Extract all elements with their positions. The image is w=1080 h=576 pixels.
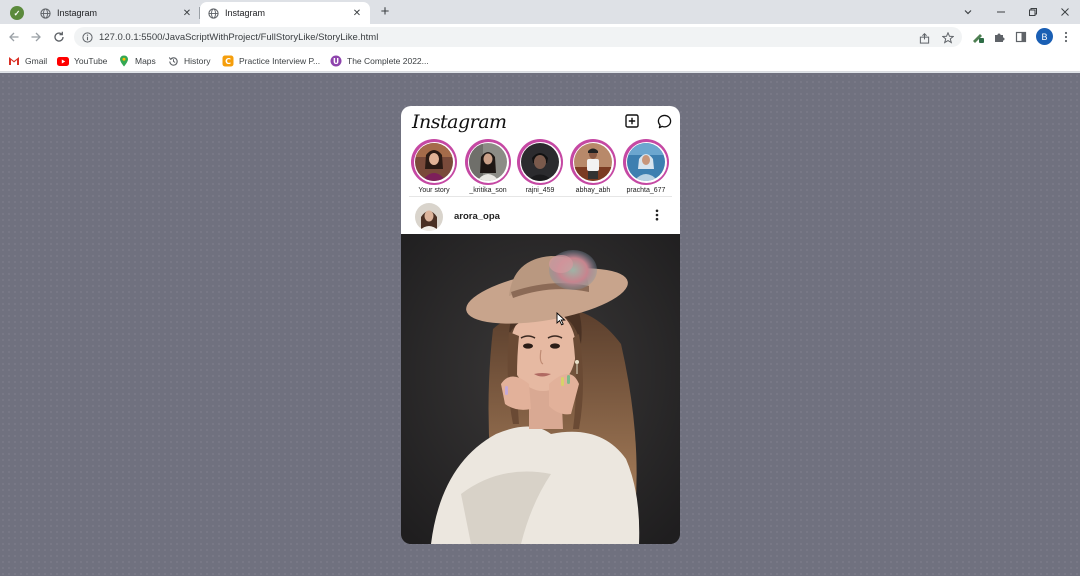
share-icon[interactable] xyxy=(916,30,932,46)
story-item[interactable]: rajni_459 xyxy=(512,139,568,194)
pinned-tab[interactable]: ✓ xyxy=(6,3,28,23)
story-username: rajni_459 xyxy=(525,187,555,194)
story-username: prachta_677 xyxy=(626,187,666,194)
bookmark-star-icon[interactable] xyxy=(940,30,956,46)
stories-divider xyxy=(409,196,672,197)
story-avatar xyxy=(469,143,507,181)
back-arrow-icon[interactable] xyxy=(5,28,23,46)
bookmark-complete-2022[interactable]: U The Complete 2022... xyxy=(330,54,429,68)
tab-instagram-active[interactable]: Instagram ✕ xyxy=(200,2,370,24)
story-avatar xyxy=(521,143,559,181)
extensions-puzzle-icon[interactable] xyxy=(991,29,1007,45)
close-tab-icon[interactable]: ✕ xyxy=(350,6,364,20)
bookmark-label: The Complete 2022... xyxy=(347,56,429,66)
bookmark-label: History xyxy=(184,56,211,66)
story-item[interactable]: abhay_abh xyxy=(565,139,621,194)
bookmark-maps[interactable]: Maps xyxy=(118,54,156,68)
tab-instagram-inactive[interactable]: Instagram ✕ xyxy=(32,2,200,24)
post-image[interactable] xyxy=(401,234,680,544)
bookmark-label: Practice Interview P... xyxy=(239,56,321,66)
story-avatar xyxy=(415,143,453,181)
practice-icon: C xyxy=(222,55,234,67)
browser-toolbar: 127.0.0.1:5500/JavaScriptWithProject/Ful… xyxy=(0,24,1080,50)
course-icon: U xyxy=(330,55,342,67)
site-info-icon[interactable] xyxy=(82,31,93,43)
story-ring xyxy=(411,139,457,185)
globe-icon xyxy=(40,7,51,19)
url-text: 127.0.0.1:5500/JavaScriptWithProject/Ful… xyxy=(99,31,379,43)
tab-strip: ✓ Instagram ✕ Instagram ✕ + xyxy=(0,0,1080,24)
pinned-tab-icon: ✓ xyxy=(10,6,24,20)
side-panel-icon[interactable] xyxy=(1013,29,1029,45)
story-item[interactable]: _kritika_son xyxy=(460,139,516,194)
svg-text:U: U xyxy=(333,57,339,66)
more-options-icon[interactable] xyxy=(651,207,663,223)
story-avatar xyxy=(627,143,665,181)
maps-icon xyxy=(118,55,130,67)
post-username[interactable]: arora_opa xyxy=(454,211,500,222)
story-username: Your story xyxy=(418,187,450,194)
story-username: abhay_abh xyxy=(575,187,611,194)
forward-arrow-icon[interactable] xyxy=(27,28,45,46)
minimize-icon[interactable] xyxy=(989,2,1013,22)
story-ring xyxy=(570,139,616,185)
tab-title: Instagram xyxy=(225,8,266,18)
tab-title: Instagram xyxy=(57,8,98,18)
restore-icon[interactable] xyxy=(1021,2,1045,22)
post-header: arora_opa xyxy=(401,198,680,234)
story-username: _kritika_son xyxy=(469,187,507,194)
youtube-icon xyxy=(57,55,69,67)
instagram-header: Instagram xyxy=(401,106,680,138)
bookmark-label: Maps xyxy=(135,56,156,66)
story-item[interactable]: prachta_677 xyxy=(618,139,674,194)
stories-row: Your story _kritika_son rajni_459 abhay_… xyxy=(401,139,680,197)
profile-avatar[interactable]: B xyxy=(1036,28,1053,45)
svg-text:C: C xyxy=(225,57,231,66)
story-item[interactable]: Your story xyxy=(406,139,462,194)
story-avatar xyxy=(574,143,612,181)
close-window-icon[interactable] xyxy=(1053,2,1077,22)
bookmark-label: Gmail xyxy=(25,56,48,66)
reload-icon[interactable] xyxy=(50,28,68,46)
post-author-avatar[interactable] xyxy=(415,203,443,231)
bookmark-history[interactable]: History xyxy=(167,54,210,68)
bookmark-youtube[interactable]: YouTube xyxy=(57,54,107,68)
instagram-logo[interactable]: Instagram xyxy=(412,111,507,133)
story-ring xyxy=(517,139,563,185)
history-icon xyxy=(167,55,179,67)
menu-kebab-icon[interactable] xyxy=(1058,29,1074,45)
address-bar[interactable]: 127.0.0.1:5500/JavaScriptWithProject/Ful… xyxy=(74,27,962,47)
globe-icon xyxy=(208,7,219,19)
messenger-icon[interactable] xyxy=(656,113,672,129)
story-ring xyxy=(623,139,669,185)
mouse-cursor-icon xyxy=(556,311,566,326)
bookmark-practice-interview[interactable]: C Practice Interview P... xyxy=(222,54,320,68)
bookmark-label: YouTube xyxy=(74,56,108,66)
add-post-icon[interactable] xyxy=(624,113,640,129)
story-ring xyxy=(465,139,511,185)
new-tab-button[interactable]: + xyxy=(376,4,394,20)
instagram-card: Instagram Your story _kritika_son rajni_… xyxy=(401,106,680,544)
extension-pen-icon[interactable] xyxy=(970,29,986,45)
tab-search-chevron-icon[interactable] xyxy=(956,2,980,22)
close-tab-icon[interactable]: ✕ xyxy=(180,6,194,20)
bookmark-gmail[interactable]: Gmail xyxy=(8,54,47,68)
bookmarks-bar: Gmail YouTube Maps History C Practice In… xyxy=(0,50,1080,72)
page-background: Instagram Your story _kritika_son rajni_… xyxy=(0,73,1080,576)
gmail-icon xyxy=(8,55,20,67)
